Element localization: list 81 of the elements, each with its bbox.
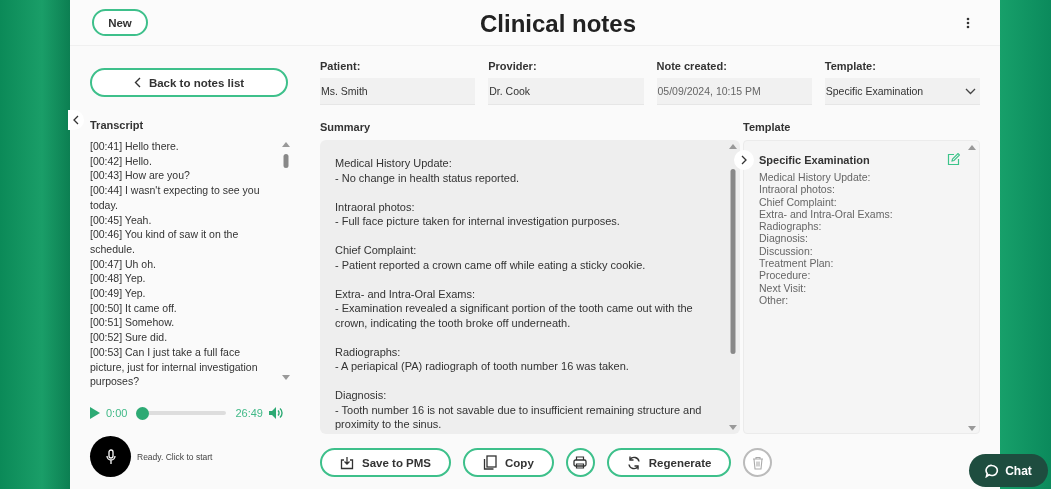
section-heading: Medical History Update: [335,156,453,171]
transcript-line: [00:49] Yep. [90,286,147,301]
summary-label: Summary [320,121,372,135]
scrollbar[interactable] [282,141,290,381]
scrollbar[interactable] [968,144,976,432]
transcript-line: [00:50] It came off. [90,300,178,316]
transcript-line: [00:43] How are you? [90,168,191,184]
expand-button[interactable] [734,150,754,170]
template-select[interactable]: Specific Examination [824,78,980,105]
copy-button[interactable]: Copy [463,448,554,477]
template-item: Medical History Update: [759,171,872,184]
section-heading: Diagnosis: [335,388,388,403]
template-item: Radiographs: [759,220,823,233]
section-text: - No change in health status reported. [335,170,521,185]
chevron-left-icon [133,77,141,88]
template-item: Treatment Plan: [759,257,835,270]
new-button[interactable]: New [92,9,148,36]
transcript-line: [00:42] Hello. [90,153,153,169]
field-label: Template: [824,60,877,74]
edit-icon[interactable] [947,153,960,166]
template-item: Procedure: [759,269,812,282]
section-text: - Full face picture taken for internal investigation purposes. [335,214,621,229]
duration-time: 26:49 [235,407,263,419]
transcript-line: [00:47] Uh oh. [90,256,157,272]
more-menu-icon[interactable] [966,16,970,29]
section-text: - Patient reported a crown came off while eating a sticky cookie. [335,257,647,272]
input-field[interactable]: Ms. Smith [320,78,476,105]
template-item: Discussion: [759,244,814,258]
section-text: - A periapical (PA) radiograph of tooth number 16 was taken. [335,359,630,374]
transcript-line: [00:53] Can I just take a full face picture, just for internal investigation purposes? [90,344,259,389]
recorder-status: Ready. Click to start [137,451,213,462]
section-text: - Tooth number 16 is not savable due to insufficient remaining structure and proximity to the sinus. [335,402,703,432]
refresh-icon [626,455,641,470]
chevron-right-icon [741,155,747,165]
field-label: Provider: [488,60,538,74]
play-icon[interactable] [90,407,100,419]
chevron-left-icon [73,115,79,125]
collapse-button[interactable] [68,110,84,130]
speech-bubble-icon [985,463,1000,478]
transcript-line: [00:52] Sure did. [90,330,169,345]
template-item: Extra- and Intra-Oral Exams: [759,207,894,221]
transcript-line: [00:46] You kind of saw it on the schedule. [90,227,240,257]
transcript-line: [00:48] Yep. [90,271,147,287]
template-item: Intraoral photos: [759,183,836,196]
trash-icon [751,455,764,470]
chevron-down-icon [965,87,976,95]
record-button[interactable] [90,436,131,477]
input-field[interactable]: Dr. Cook [488,78,644,105]
printer-icon [573,456,588,469]
transcript-line: [00:44] I wasn't expecting to see you today. [90,183,261,213]
input-field[interactable]: 05/09/2024, 10:15 PM [656,78,812,105]
seek-slider[interactable] [136,406,227,420]
template-label: Template [743,121,792,135]
template-item: Next Visit: [759,281,808,294]
save-button[interactable]: Save to PMS [320,448,452,477]
scrollbar[interactable] [729,143,737,431]
transcript-line: [00:41] Hello there. [90,139,180,154]
transcript-label: Transcript [90,119,145,133]
copy-icon [483,455,498,470]
section-heading: Chief Complaint: [335,243,418,258]
page-title: Clinical notes [480,10,637,38]
back-button[interactable]: Back to notes list [90,68,288,97]
template-title: Specific Examination [759,153,870,166]
print-button[interactable] [565,448,595,477]
transcript-line: [00:45] Yeah. [90,212,153,228]
transcript-line: [00:51] Somehow. [90,315,176,331]
section-heading: Radiographs: [335,344,402,359]
section-heading: Intraoral photos: [335,199,416,214]
current-time: 0:00 [106,407,128,419]
microphone-icon [105,448,116,465]
volume-icon[interactable] [268,407,283,419]
field-label: Patient: [320,60,362,74]
template-item: Diagnosis: [759,232,810,245]
chat-button[interactable]: Chat [969,454,1048,487]
field-label: Note created: [656,60,728,74]
regenerate-button[interactable]: Regenerate [606,448,732,477]
section-heading: Extra- and Intra-Oral Exams: [335,286,476,301]
download-icon [340,455,354,470]
template-item: Other: [759,293,790,307]
template-item: Chief Complaint: [759,195,838,208]
section-text: - Examination revealed a significant portion of the tooth came out with the crown, indicating the tooth broke off underneath. [335,301,694,330]
